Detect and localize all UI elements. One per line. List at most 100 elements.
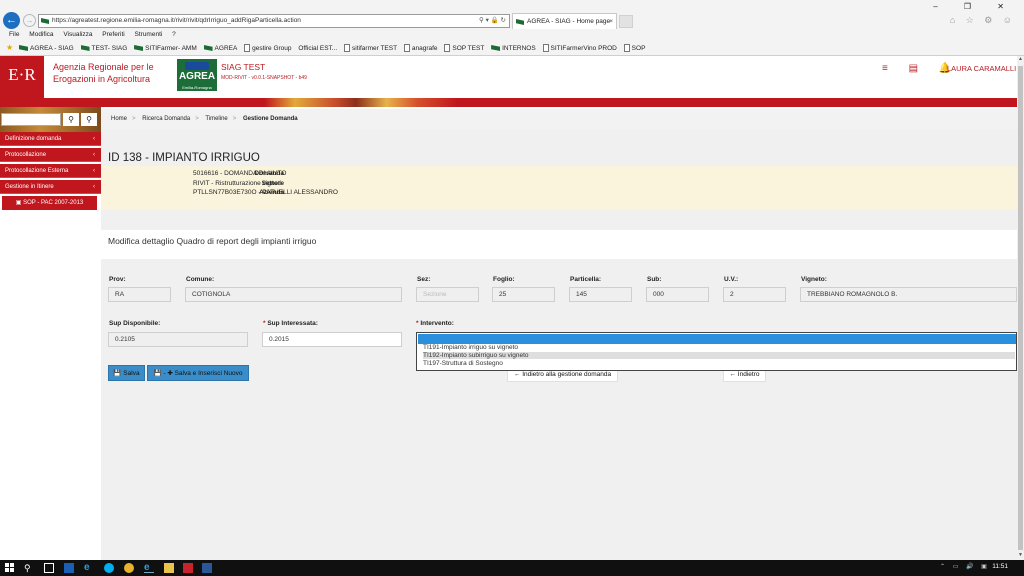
scroll-down-icon[interactable]: ▼: [1017, 552, 1024, 560]
task-view-icon[interactable]: [44, 563, 54, 573]
favorites-bar: ★ AGREA - SIAG TEST- SIAG SITIFarmer- AM…: [6, 43, 650, 52]
tab-close-icon[interactable]: ×: [609, 14, 613, 29]
intervento-select[interactable]: TI191-Impianto irriguo su vigneto TI192-…: [416, 332, 1017, 371]
menu-visualizza[interactable]: Visualizza: [63, 31, 92, 38]
user-name[interactable]: LAURA CARAMALLI: [947, 64, 1016, 73]
breadcrumb-home[interactable]: Home: [111, 116, 127, 122]
sup-disponibile-field[interactable]: 0.2105: [108, 332, 248, 347]
outlook-icon[interactable]: [64, 563, 74, 573]
header-decor-strip: [0, 98, 1017, 107]
app-version: MOD-RIVIT - v0.0.1-SNAPSHOT - b49: [221, 75, 307, 81]
page-scrollbar[interactable]: ▲ ▼: [1017, 56, 1024, 560]
breadcrumb: Home > Ricerca Domanda > Timeline > Gestion…: [101, 109, 1017, 129]
tab-favicon-icon: [516, 19, 524, 25]
select-empty-option[interactable]: [418, 334, 1016, 344]
menu-modifica[interactable]: Modifica: [29, 31, 53, 38]
page-icon: [444, 44, 451, 52]
search-input[interactable]: [1, 113, 61, 126]
scroll-up-icon[interactable]: ▲: [1017, 56, 1024, 64]
calendar-icon: ▣: [15, 200, 24, 206]
prov-field[interactable]: RA: [108, 287, 171, 302]
sidebar-item-gestione-itinere[interactable]: Gestione in Itinere ‹: [0, 180, 101, 194]
domanda-summary: Domanda 5016616 - DOMANDA DI AIUTO Setto…: [101, 166, 1017, 210]
menu-strumenti[interactable]: Strumenti: [135, 31, 163, 38]
windows-start-icon[interactable]: [5, 563, 15, 573]
foglio-field[interactable]: 25: [492, 287, 555, 302]
select-option[interactable]: TI192-Impianto subirriguo su vigneto: [423, 352, 1015, 359]
sub-label: Sub:: [647, 276, 662, 283]
particella-field[interactable]: 145: [569, 287, 632, 302]
save-button[interactable]: 💾 Salva: [108, 365, 145, 381]
sidebar-item-protocollazione[interactable]: Protocollazione ‹: [0, 148, 101, 162]
favorite-item[interactable]: anagrafe: [403, 44, 438, 52]
sup-disponibile-label: Sup Disponibile:: [109, 320, 161, 327]
internet-explorer-icon[interactable]: e: [144, 563, 154, 573]
agrea-flag-icon: [80, 45, 90, 51]
sub-field[interactable]: 000: [646, 287, 709, 302]
new-tab-button[interactable]: [619, 15, 633, 28]
chevron-left-icon: ‹: [93, 152, 95, 158]
sez-field[interactable]: Sezione: [416, 287, 479, 302]
clock[interactable]: 11:51: [992, 563, 1008, 570]
address-bar[interactable]: https://agreatest.regione.emilia-romagna…: [38, 14, 510, 28]
favorite-item[interactable]: SITIFarmerVino PROD: [542, 44, 617, 52]
chevron-left-icon: ‹: [93, 168, 95, 174]
chrome-icon[interactable]: [124, 563, 134, 573]
menu-help[interactable]: ?: [172, 31, 176, 38]
page-icon: [623, 44, 630, 52]
favorites-star-icon[interactable]: ★: [6, 43, 13, 52]
sop-pac-button[interactable]: ▣ SOP - PAC 2007-2013: [2, 196, 97, 210]
acrobat-icon[interactable]: [183, 563, 193, 573]
browser-tools-icons[interactable]: ⌂ ☆ ⚙ ☺: [950, 15, 1016, 26]
save-and-new-button[interactable]: 💾 - ✚ Salva e Inserisci Nuovo: [147, 365, 249, 381]
favorite-item[interactable]: sitifarmer TEST: [344, 44, 397, 52]
search-icon[interactable]: ⚲: [63, 113, 79, 126]
favorite-item[interactable]: gestire Group: [244, 44, 292, 52]
word-icon[interactable]: [202, 563, 212, 573]
favorite-item[interactable]: TEST- SIAG: [80, 45, 127, 52]
vigneto-field[interactable]: TREBBIANO ROMAGNOLO B.: [800, 287, 1017, 302]
menu-preferiti[interactable]: Preferiti: [102, 31, 124, 38]
summary-value: PTLLSN77B03E730O - PATUELLI ALESSANDRO: [193, 189, 338, 196]
favorite-item[interactable]: SITIFarmer- AMM: [134, 45, 197, 52]
menu-file[interactable]: File: [9, 31, 19, 38]
er-logo[interactable]: E·R: [0, 56, 44, 98]
particella-label: Particella:: [570, 276, 602, 283]
system-tray[interactable]: ⌃ ▭ 🔊 ▣: [940, 563, 990, 570]
sidebar: ⚲ ⚲ Definizione domanda ‹ Protocollazione…: [0, 107, 101, 217]
uv-label: U.V.:: [724, 276, 739, 283]
agrea-flag-icon: [18, 45, 28, 51]
sidebar-item-protocollazione-esterna[interactable]: Protocollazione Esterna ‹: [0, 164, 101, 178]
agrea-logo[interactable]: AGREA Emilia-Romagna: [177, 59, 217, 91]
favorite-item[interactable]: SOP: [623, 44, 645, 52]
browser-tab[interactable]: AGREA - SIAG - Home page ×: [512, 13, 617, 29]
select-option[interactable]: TI197-Struttura di Sostegno: [423, 360, 1015, 367]
sidebar-item-definizione-domanda[interactable]: Definizione domanda ‹: [0, 132, 101, 146]
url-text: https://agreatest.regione.emilia-romagna…: [52, 17, 301, 24]
favorite-item[interactable]: AGREA - SIAG: [18, 45, 74, 52]
comune-field[interactable]: COTIGNOLA: [185, 287, 402, 302]
breadcrumb-timeline[interactable]: Timeline: [205, 116, 227, 122]
sup-interessata-input[interactable]: 0.2015: [262, 332, 402, 347]
app-title: SIAG TEST: [221, 62, 266, 72]
skype-icon[interactable]: [104, 563, 114, 573]
uv-field[interactable]: 2: [723, 287, 786, 302]
window-controls[interactable]: – ❐ ✕: [933, 2, 1016, 11]
select-option[interactable]: TI191-Impianto irriguo su vigneto: [423, 344, 1015, 351]
site-favicon-icon: [41, 18, 49, 24]
breadcrumb-ricerca-domanda[interactable]: Ricerca Domanda: [142, 116, 190, 122]
favorite-item[interactable]: Official EST...: [298, 45, 337, 52]
favorite-item[interactable]: AGREA: [203, 45, 237, 52]
scroll-thumb[interactable]: [1018, 66, 1023, 550]
back-arrow-icon[interactable]: ←: [3, 12, 20, 29]
zoom-search-icon[interactable]: ⚲: [81, 113, 97, 126]
taskbar: ⚲ e e ⌃ ▭ 🔊 ▣ 11:51: [0, 560, 1024, 576]
page-icon: [403, 44, 410, 52]
edge-icon[interactable]: e: [84, 563, 94, 573]
favorite-item[interactable]: INTERNOS: [491, 45, 536, 52]
favorite-item[interactable]: SOP TEST: [444, 44, 484, 52]
address-bar-icons[interactable]: ⚲ ▾ 🔒 ↻: [479, 15, 506, 27]
file-explorer-icon[interactable]: [164, 563, 174, 573]
forward-arrow-icon[interactable]: →: [23, 14, 36, 27]
search-icon[interactable]: ⚲: [24, 563, 34, 573]
